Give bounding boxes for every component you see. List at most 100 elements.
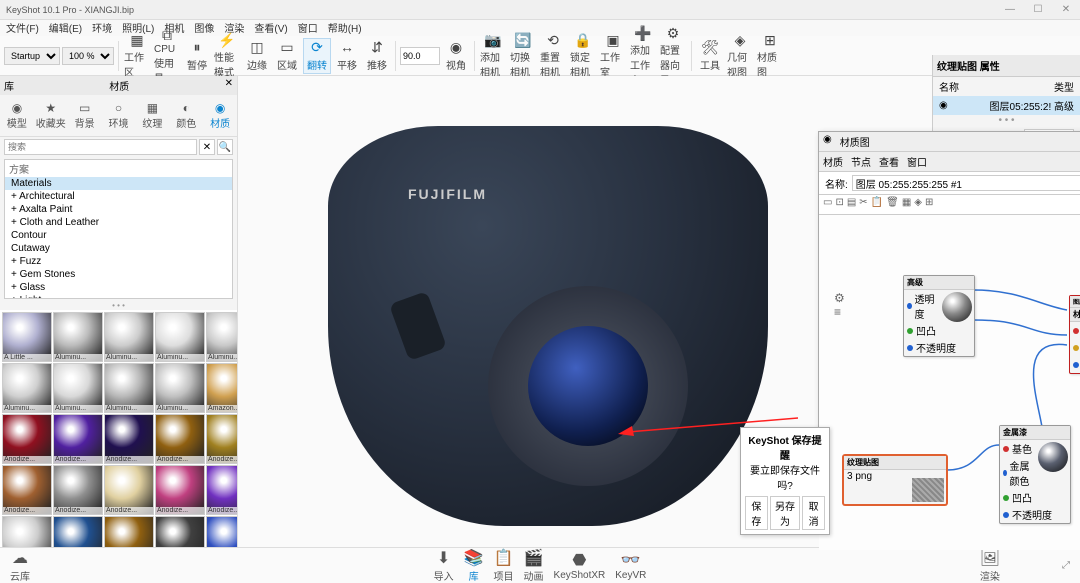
tool-icon[interactable]: ⊡ [835, 197, 843, 212]
workspace-select[interactable]: Startup [4, 47, 60, 65]
material-thumb[interactable]: Anodize... [104, 465, 154, 515]
cat-item[interactable]: Cutaway [5, 242, 232, 255]
tool-icon[interactable]: ◈ [914, 197, 922, 212]
menu-item[interactable]: 查看(V) [254, 20, 287, 36]
tool-icon[interactable]: ▤ [847, 197, 856, 212]
tab-material[interactable]: ◉材质 [203, 99, 237, 132]
tb-tools[interactable]: 🛠工具 [696, 38, 724, 74]
tb-resetcam[interactable]: ⟲重置相机 [539, 38, 567, 74]
tb-region[interactable]: ▭区域 [273, 38, 301, 74]
tab-fav[interactable]: ★收藏夹 [34, 99, 68, 132]
material-thumb[interactable]: Aluminu... [155, 363, 205, 413]
tb-workspace[interactable]: ▦工作区 [123, 38, 151, 74]
menu-item[interactable]: 图像 [194, 20, 214, 36]
tb-perf[interactable]: ⚡性能模式 [213, 38, 241, 74]
tb-pan[interactable]: ↔平移 [333, 38, 361, 74]
tb-config[interactable]: ⚙配置器向导 [659, 38, 687, 74]
saveas-button[interactable]: 另存为 [770, 496, 800, 530]
bb-cloud[interactable]: ☁云库 [10, 548, 30, 583]
mg-name-input[interactable] [852, 175, 1080, 191]
fullscreen-icon[interactable]: ⤢ [1062, 560, 1070, 571]
bb-project[interactable]: 📋项目 [494, 548, 514, 583]
node-root[interactable]: 图层05:255:255:255 #1 材质 表面 几何体 标签 1 [1069, 295, 1080, 374]
bb-anim[interactable]: 🎬动画 [524, 548, 544, 583]
material-thumb[interactable]: Anodize... [2, 465, 52, 515]
tb-dolly[interactable]: ⇵推移 [363, 38, 391, 74]
zoom-select[interactable]: 100 % [62, 47, 114, 65]
bb-vr[interactable]: 👓KeyVR [615, 550, 646, 581]
node-metal[interactable]: 金属漆 基色 金属颜色 凹凸 不透明度 [999, 425, 1071, 524]
material-thumb[interactable]: Anodize... [2, 414, 52, 464]
tb-lockcam[interactable]: 🔒锁定相机 [569, 38, 597, 74]
search-input[interactable] [4, 139, 197, 155]
cat-item[interactable]: + Cloth and Leather [5, 216, 232, 229]
material-thumb[interactable]: Aluminu... [53, 363, 103, 413]
bb-xr[interactable]: ⬣KeyShotXR [554, 550, 606, 581]
slider-icon[interactable]: ⚙≡ [834, 291, 845, 319]
bb-import[interactable]: ⬇导入 [434, 548, 454, 583]
menu-item[interactable]: 窗口 [298, 20, 318, 36]
material-thumb[interactable]: A Little ... [2, 312, 52, 362]
material-thumb[interactable]: Anodize... [104, 414, 154, 464]
bb-render[interactable]: 🖼渲染 [980, 548, 1000, 583]
mg-header[interactable]: ◉ 材质图 [819, 132, 1080, 152]
minimize-icon[interactable]: — [1002, 4, 1018, 15]
cat-item[interactable]: + Axalta Paint [5, 203, 232, 216]
cat-item[interactable]: Materials [5, 177, 232, 190]
material-thumb[interactable]: Amazon... [206, 363, 237, 413]
tb-geom[interactable]: ◈几何视图 [726, 38, 754, 74]
tab-env[interactable]: ○环境 [102, 99, 136, 132]
angle-input[interactable] [400, 47, 440, 65]
rp-entry[interactable]: ◉图层05:255:2! 高级 [933, 96, 1080, 115]
mg-menu[interactable]: 查看 [879, 154, 899, 169]
node-texture[interactable]: 纹理贴图 3 png [843, 455, 947, 505]
material-thumb[interactable]: Aluminu... [53, 312, 103, 362]
material-thumb[interactable]: Aluminu... [104, 312, 154, 362]
mg-menu[interactable]: 窗口 [907, 154, 927, 169]
mg-canvas[interactable]: 高级 透明度 凹凸 不透明度 图层05:255:255:255 #1 材质 表面… [819, 215, 1080, 550]
material-thumb[interactable]: Anodize... [155, 414, 205, 464]
material-thumb[interactable]: Anodize... [206, 465, 237, 515]
menu-item[interactable]: 环境 [92, 20, 112, 36]
material-thumb[interactable]: Anodize... [206, 414, 237, 464]
node-advanced[interactable]: 高级 透明度 凹凸 不透明度 [903, 275, 975, 357]
material-thumb[interactable]: Aluminu... [155, 312, 205, 362]
menu-item[interactable]: 文件(F) [6, 20, 39, 36]
maximize-icon[interactable]: ☐ [1030, 4, 1046, 15]
material-graph-window[interactable]: ◉ 材质图 材质 节点 查看 窗口 名称: ▭⊡▤✂📋🗑▦◈⊞✚几何图形节点 [818, 131, 1080, 526]
material-thumb[interactable]: Anodize... [155, 465, 205, 515]
tool-icon[interactable]: 📋 [871, 197, 883, 212]
cancel-button[interactable]: 取消 [802, 496, 825, 530]
tb-cpu[interactable]: ⧉CPU 使用量 [153, 38, 181, 74]
tab-color[interactable]: ◐颜色 [169, 99, 203, 132]
cat-item[interactable]: Contour [5, 229, 232, 242]
cat-item[interactable]: + Gem Stones [5, 268, 232, 281]
bb-library[interactable]: 📚库 [464, 548, 484, 583]
tb-studio[interactable]: ▣工作室 [599, 38, 627, 74]
render-viewport[interactable]: FUJIFILM ◉ 材质图 材质 节点 查看 窗口 名称: ▭⊡▤✂📋🗑▦◈⊞… [238, 76, 1080, 583]
material-thumb[interactable]: Aluminu... [2, 363, 52, 413]
cat-item[interactable]: + Glass [5, 281, 232, 294]
tb-flip[interactable]: ⟳翻转 [303, 38, 331, 74]
menu-item[interactable]: 帮助(H) [328, 20, 362, 36]
tb-edge[interactable]: ◫边缘 [243, 38, 271, 74]
cat-item[interactable]: + Light [5, 294, 232, 299]
mg-menu[interactable]: 材质 [823, 154, 843, 169]
tool-icon[interactable]: ▦ [902, 197, 911, 212]
tab-tex[interactable]: ▦纹理 [135, 99, 169, 132]
material-thumb[interactable]: Aluminu... [104, 363, 154, 413]
material-thumb[interactable]: Anodize... [53, 465, 103, 515]
tb-matgraph[interactable]: ⊞材质图 [756, 38, 784, 74]
search-clear-icon[interactable]: ✕ [199, 139, 215, 155]
tb-switchcam[interactable]: 🔄切换相机 [509, 38, 537, 74]
cat-item[interactable]: + Fuzz [5, 255, 232, 268]
tab-model[interactable]: ◉模型 [0, 99, 34, 132]
close-icon[interactable]: ✕ [1058, 4, 1074, 15]
tool-icon[interactable]: ⊞ [925, 197, 933, 212]
save-button[interactable]: 保存 [745, 496, 768, 530]
tb-addcam[interactable]: 📷添加相机 [479, 38, 507, 74]
material-thumb[interactable]: Anodize... [53, 414, 103, 464]
tool-icon[interactable]: 🗑 [886, 197, 899, 212]
tb-pause[interactable]: ⏸暂停 [183, 38, 211, 74]
material-thumb[interactable]: Aluminu... [206, 312, 237, 362]
